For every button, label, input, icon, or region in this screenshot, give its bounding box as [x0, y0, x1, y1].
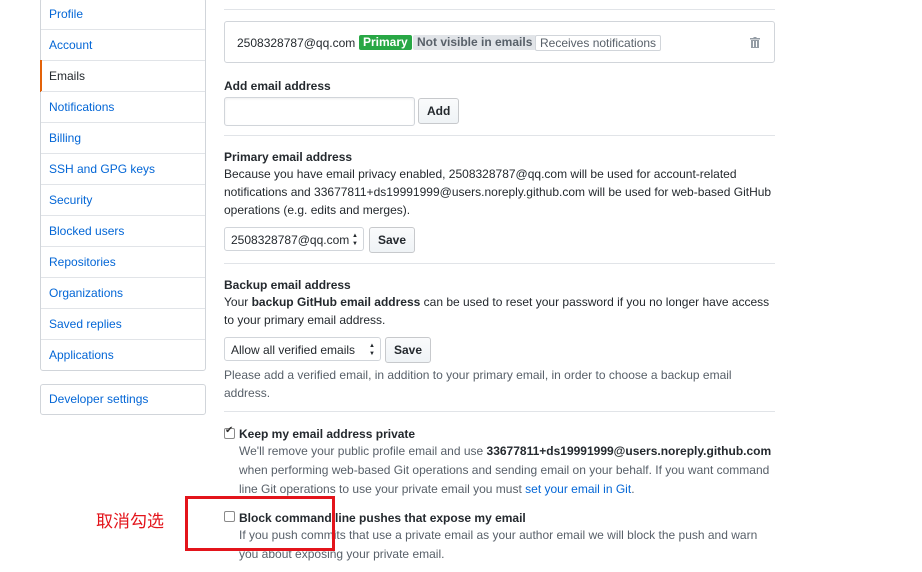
backup-text-bold: backup GitHub email address	[251, 295, 421, 309]
keep-private-note-2: when performing web-based Git operations…	[239, 463, 770, 496]
sidebar-item-developer-settings[interactable]: Developer settings	[41, 385, 205, 414]
divider	[224, 263, 775, 264]
backup-email-save-button[interactable]: Save	[385, 337, 432, 363]
backup-email-heading: Backup email address	[224, 278, 351, 292]
sidebar-item-profile[interactable]: Profile	[41, 0, 205, 29]
primary-email-select-value: 2508328787@qq.com	[231, 233, 350, 247]
sidebar-item-account[interactable]: Account	[41, 29, 205, 60]
divider	[224, 135, 775, 136]
backup-email-select[interactable]: Allow all verified emails ▲ ▼	[224, 337, 381, 361]
trash-icon[interactable]	[750, 37, 760, 48]
keep-private-note: We'll remove your public profile email a…	[239, 442, 775, 499]
primary-label: Primary	[359, 35, 412, 50]
sidebar-item-blocked-users[interactable]: Blocked users	[41, 215, 205, 246]
primary-email-select[interactable]: 2508328787@qq.com ▲ ▼	[224, 227, 364, 251]
annotation-text: 取消勾选	[96, 512, 164, 532]
email-address: 2508328787@qq.com	[237, 36, 356, 50]
backup-email-select-value: Allow all verified emails	[231, 343, 356, 357]
keep-private-label: Keep my email address private	[239, 427, 416, 441]
add-email-button[interactable]: Add	[418, 98, 460, 124]
primary-email-description: Because you have email privacy enabled, …	[224, 167, 772, 217]
sidebar-item-organizations[interactable]: Organizations	[41, 277, 205, 308]
keep-private-note-1: We'll remove your public profile email a…	[239, 444, 487, 458]
notifications-label: Receives notifications	[535, 35, 662, 51]
backup-text-1: Your	[224, 295, 252, 309]
sidebar-item-repositories[interactable]: Repositories	[41, 246, 205, 277]
keep-private-note-3: .	[631, 482, 635, 496]
sidebar-item-security[interactable]: Security	[41, 184, 205, 215]
select-caret-icon: ▲ ▼	[369, 343, 375, 357]
sidebar-item-saved-replies[interactable]: Saved replies	[41, 308, 205, 339]
backup-email-description: Your backup GitHub email address can be …	[224, 293, 776, 329]
developer-settings-menu: Developer settings	[40, 384, 206, 415]
visibility-label: Not visible in emails	[413, 35, 537, 50]
add-email-heading: Add email address	[224, 79, 331, 93]
set-email-in-git-link[interactable]: set your email in Git	[525, 482, 631, 496]
keep-private-checkbox[interactable]	[224, 425, 235, 439]
top-divider	[224, 9, 775, 10]
annotation-highlight-box	[185, 496, 335, 551]
sidebar-item-ssh-gpg-keys[interactable]: SSH and GPG keys	[41, 153, 205, 184]
primary-email-save-button[interactable]: Save	[369, 227, 416, 253]
select-caret-icon: ▲ ▼	[352, 233, 358, 247]
sidebar-item-billing[interactable]: Billing	[41, 122, 205, 153]
sidebar-item-applications[interactable]: Applications	[41, 339, 205, 370]
sidebar-item-emails[interactable]: Emails	[40, 60, 205, 92]
email-list-item: 2508328787@qq.com Primary Not visible in…	[224, 21, 775, 63]
divider	[224, 411, 775, 412]
add-email-input[interactable]	[224, 97, 415, 126]
backup-email-note: Please add a verified email, in addition…	[224, 368, 732, 400]
primary-email-heading: Primary email address	[224, 150, 353, 164]
sidebar-item-notifications[interactable]: Notifications	[41, 91, 205, 122]
settings-sidebar: Profile Account Emails Notifications Bil…	[40, 0, 206, 371]
noreply-email: 33677811+ds19991999@users.noreply.github…	[486, 444, 772, 458]
